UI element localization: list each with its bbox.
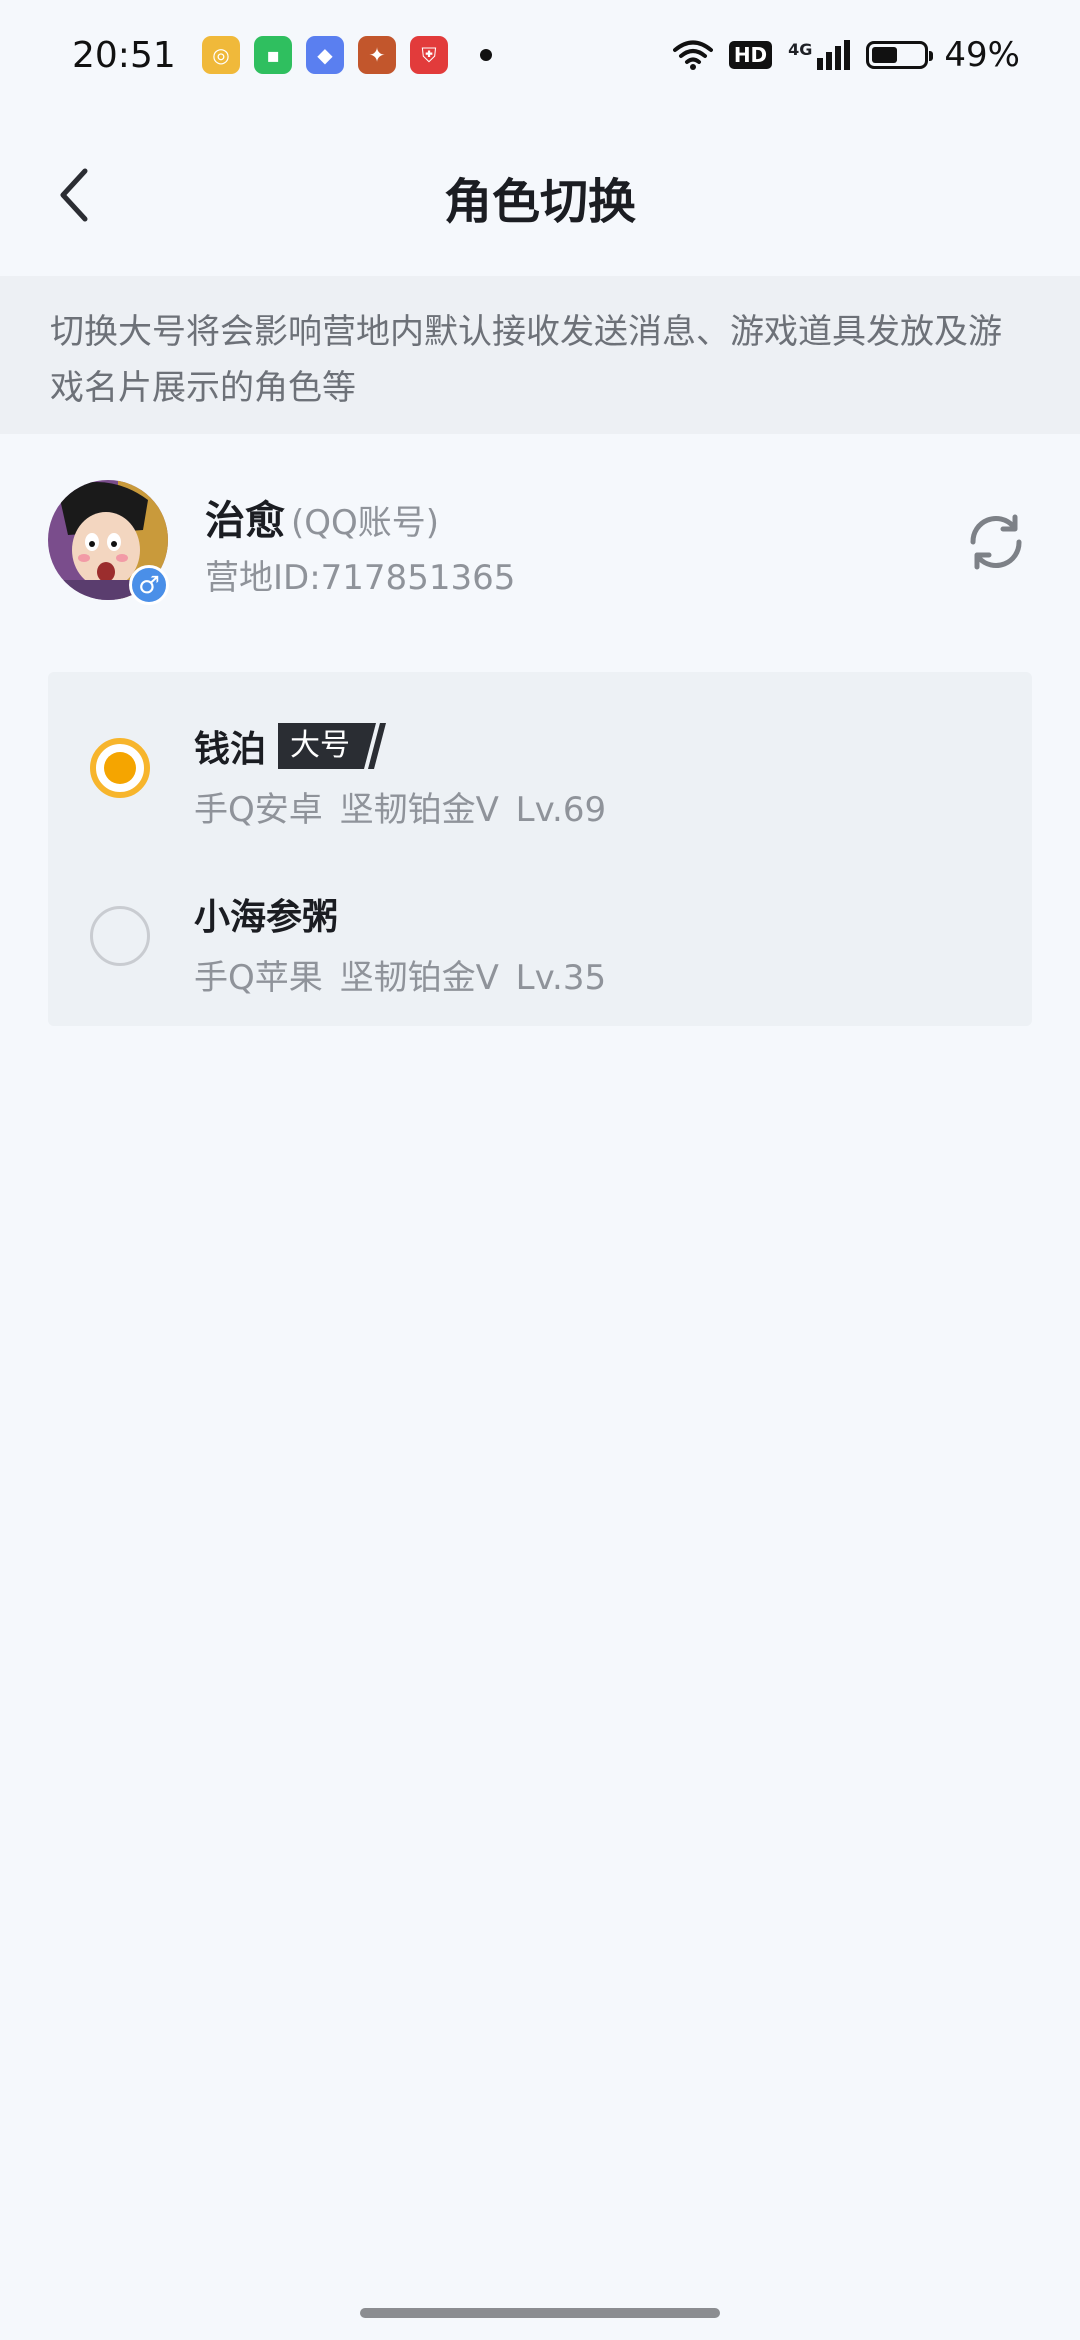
game-hero-icon: ✦ [358,36,396,74]
status-bar: 20:51 ◎ ▪ ◆ ✦ ⛨ HD 4G 49% [0,0,1080,110]
camp-id: 营地ID:717851365 [205,558,516,598]
gender-male-icon: ♂ [129,565,169,605]
role-list: 钱泊 大号 手Q安卓 坚韧铂金V Lv.69 小海参粥 手Q苹果 坚韧铂金V L… [48,672,1032,1026]
main-account-badge-label: 大号 [278,723,365,769]
refresh-icon [970,514,1022,570]
diamond-app-icon: ◆ [306,36,344,74]
role-name-row: 小海参粥 [194,888,338,940]
game-center-icon: ◎ [202,36,240,74]
badge-slash-icon [364,723,387,769]
role-name: 钱泊 [194,729,267,770]
page-title: 角色切换 [443,174,636,230]
main-account-badge: 大号 [278,723,388,769]
shield-app-icon: ⛨ [410,36,448,74]
battery-level [872,47,897,63]
role-item-xiaohaishenzhou[interactable]: 小海参粥 手Q苹果 坚韧铂金V Lv.35 [48,840,1032,1010]
home-indicator[interactable] [360,2308,720,2318]
account-type: (QQ账号) [291,503,440,543]
role-meta: 手Q安卓 坚韧铂金V Lv.69 [194,790,607,830]
role-name: 小海参粥 [194,897,339,938]
role-name-row: 钱泊 大号 [194,720,388,772]
hd-badge: HD [728,41,773,69]
notification-apps: ◎ ▪ ◆ ✦ ⛨ [202,36,492,74]
refresh-button[interactable] [960,506,1032,578]
role-radio-unselected[interactable] [90,906,150,966]
status-indicators: HD 4G 49% [672,35,1020,75]
role-radio-selected[interactable] [90,738,150,798]
role-meta: 手Q苹果 坚韧铂金V Lv.35 [194,958,607,998]
signal-icon: 4G [788,40,851,70]
account-row: ♂ 治愈 (QQ账号) 营地ID:717851365 [0,470,1080,610]
chat-icon: ▪ [254,36,292,74]
account-name-row: 治愈 (QQ账号) [205,488,439,546]
status-time: 20:51 [72,34,176,76]
role-item-qianbo[interactable]: 钱泊 大号 手Q安卓 坚韧铂金V Lv.69 [48,672,1032,842]
battery-percent: 49% [944,35,1020,75]
switch-notice: 切换大号将会影响营地内默认接收发送消息、游戏道具发放及游戏名片展示的角色等 [0,276,1080,434]
more-notifications-dot-icon [480,49,492,61]
battery-icon [866,41,934,69]
account-name: 治愈 [205,498,285,544]
network-type-label: 4G [788,40,813,59]
header: 角色切换 [0,130,1080,260]
wifi-icon [672,40,713,70]
